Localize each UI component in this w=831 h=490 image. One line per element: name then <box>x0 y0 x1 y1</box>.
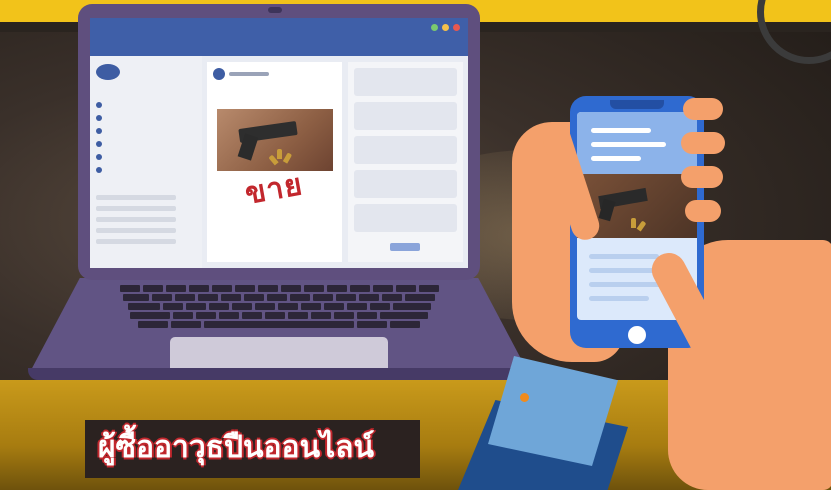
right-fingers <box>681 98 725 243</box>
cufflink-icon <box>520 393 529 402</box>
sidebar-nav <box>96 98 196 176</box>
home-button-icon <box>628 326 646 344</box>
sidebar-item <box>96 137 196 150</box>
post-button <box>390 243 420 251</box>
social-top-bar <box>90 18 468 56</box>
maximize-dot-icon <box>431 24 438 31</box>
post-avatar <box>213 68 225 80</box>
post-author <box>229 72 269 76</box>
close-dot-icon <box>453 24 460 31</box>
sidebar-item <box>96 124 196 137</box>
social-right-panel <box>348 62 463 262</box>
feed-post <box>207 62 342 262</box>
minimize-dot-icon <box>442 24 449 31</box>
phone-speaker <box>610 100 664 109</box>
social-sidebar <box>90 56 202 268</box>
laptop-front-edge <box>28 368 530 380</box>
sidebar-item <box>96 150 196 163</box>
caption-title: ผู้ซื้ออาวุธปืนออนไลน์ <box>98 430 375 465</box>
webcam-icon <box>268 7 282 13</box>
avatar <box>96 64 120 80</box>
window-controls <box>431 24 460 31</box>
sidebar-shortcuts <box>96 189 196 250</box>
sale-overlay-text: ขาย <box>242 167 306 212</box>
sidebar-item <box>96 111 196 124</box>
laptop-keyboard <box>76 285 482 333</box>
illustration-scene: ขาย ผู้ซื้ออาวุธปืนออนไลน์ <box>0 0 831 490</box>
handgun-image <box>217 109 333 171</box>
sidebar-item <box>96 98 196 111</box>
laptop-screen <box>90 18 468 268</box>
sidebar-item <box>96 163 196 176</box>
phone-header <box>577 112 697 174</box>
